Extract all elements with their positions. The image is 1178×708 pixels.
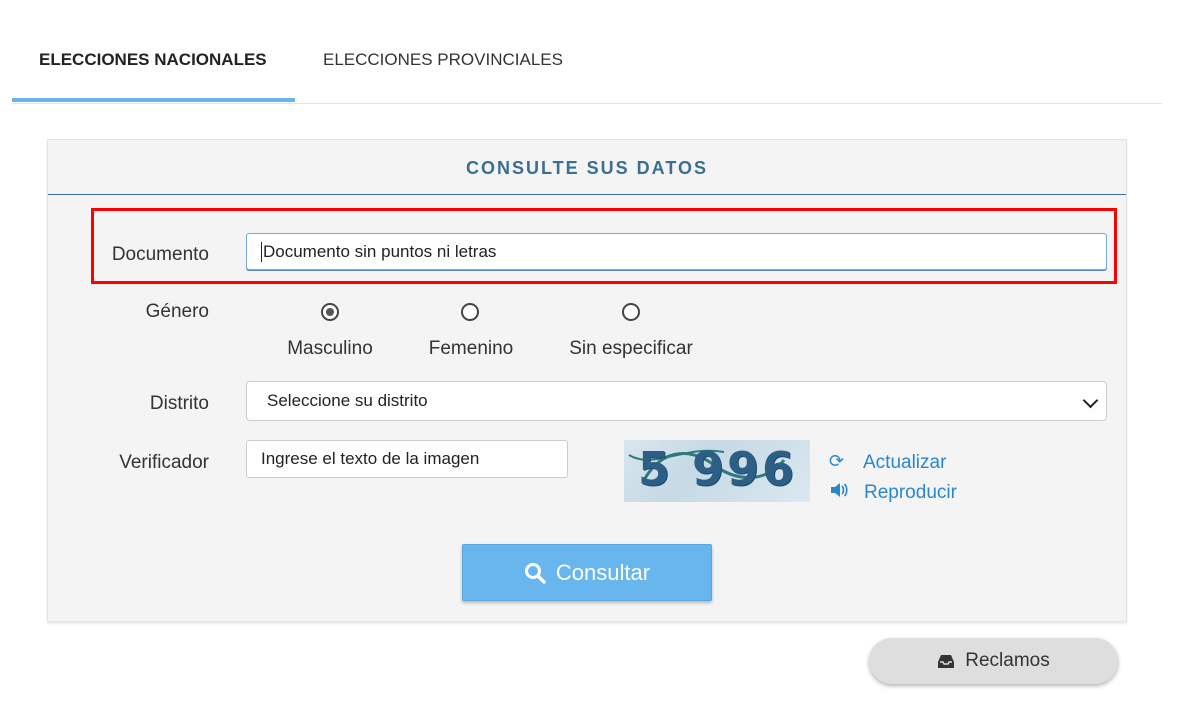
text-cursor	[261, 241, 262, 262]
consultar-label: Consultar	[555, 559, 651, 585]
refresh-icon[interactable]: ⟳	[829, 451, 844, 472]
consultar-button[interactable]: Consultar	[462, 544, 712, 601]
radio-femenino[interactable]	[461, 303, 479, 321]
actualizar-link[interactable]: Actualizar	[863, 452, 946, 474]
reclamos-label: Reclamos	[965, 650, 1050, 671]
reproducir-link[interactable]: Reproducir	[864, 482, 957, 504]
radio-label-sin-especificar[interactable]: Sin especificar	[551, 338, 711, 360]
genero-label: Género	[145, 301, 209, 322]
radio-label-masculino[interactable]: Masculino	[250, 338, 410, 360]
volume-icon[interactable]	[829, 481, 849, 504]
panel-title: CONSULTE SUS DATOS	[465, 158, 708, 178]
documento-label: Documento	[111, 244, 209, 265]
verificador-label: Verificador	[119, 452, 209, 473]
tab-elecciones-provinciales[interactable]: ELECCIONES PROVINCIALES	[323, 50, 563, 70]
active-tab-indicator	[12, 98, 295, 102]
reclamos-button[interactable]: Reclamos	[869, 638, 1118, 684]
documento-input[interactable]: Documento sin puntos ni letras	[246, 233, 1107, 270]
radio-masculino[interactable]	[321, 303, 339, 321]
tab-elecciones-nacionales[interactable]: ELECCIONES NACIONALES	[39, 50, 267, 70]
chevron-down-icon	[1082, 392, 1099, 409]
captcha-image: 5 996	[624, 440, 810, 502]
captcha-text: 5 996	[638, 442, 798, 496]
inbox-icon	[938, 655, 955, 668]
verificador-input[interactable]: Ingrese el texto de la imagen	[246, 440, 568, 478]
distrito-select[interactable]: Seleccione su distrito	[246, 381, 1107, 421]
verificador-placeholder: Ingrese el texto de la imagen	[261, 449, 480, 468]
tab-bar: ELECCIONES NACIONALES ELECCIONES PROVINC…	[12, 0, 1162, 104]
distrito-label: Distrito	[149, 393, 209, 414]
radio-label-femenino[interactable]: Femenino	[391, 338, 551, 360]
documento-placeholder: Documento sin puntos ni letras	[263, 241, 497, 261]
panel-header: CONSULTE SUS DATOS	[48, 140, 1126, 195]
search-icon	[524, 562, 546, 584]
radio-sin-especificar[interactable]	[622, 303, 640, 321]
distrito-selected-value: Seleccione su distrito	[267, 391, 428, 410]
consulta-panel: CONSULTE SUS DATOS Documento Documento s…	[47, 139, 1127, 622]
